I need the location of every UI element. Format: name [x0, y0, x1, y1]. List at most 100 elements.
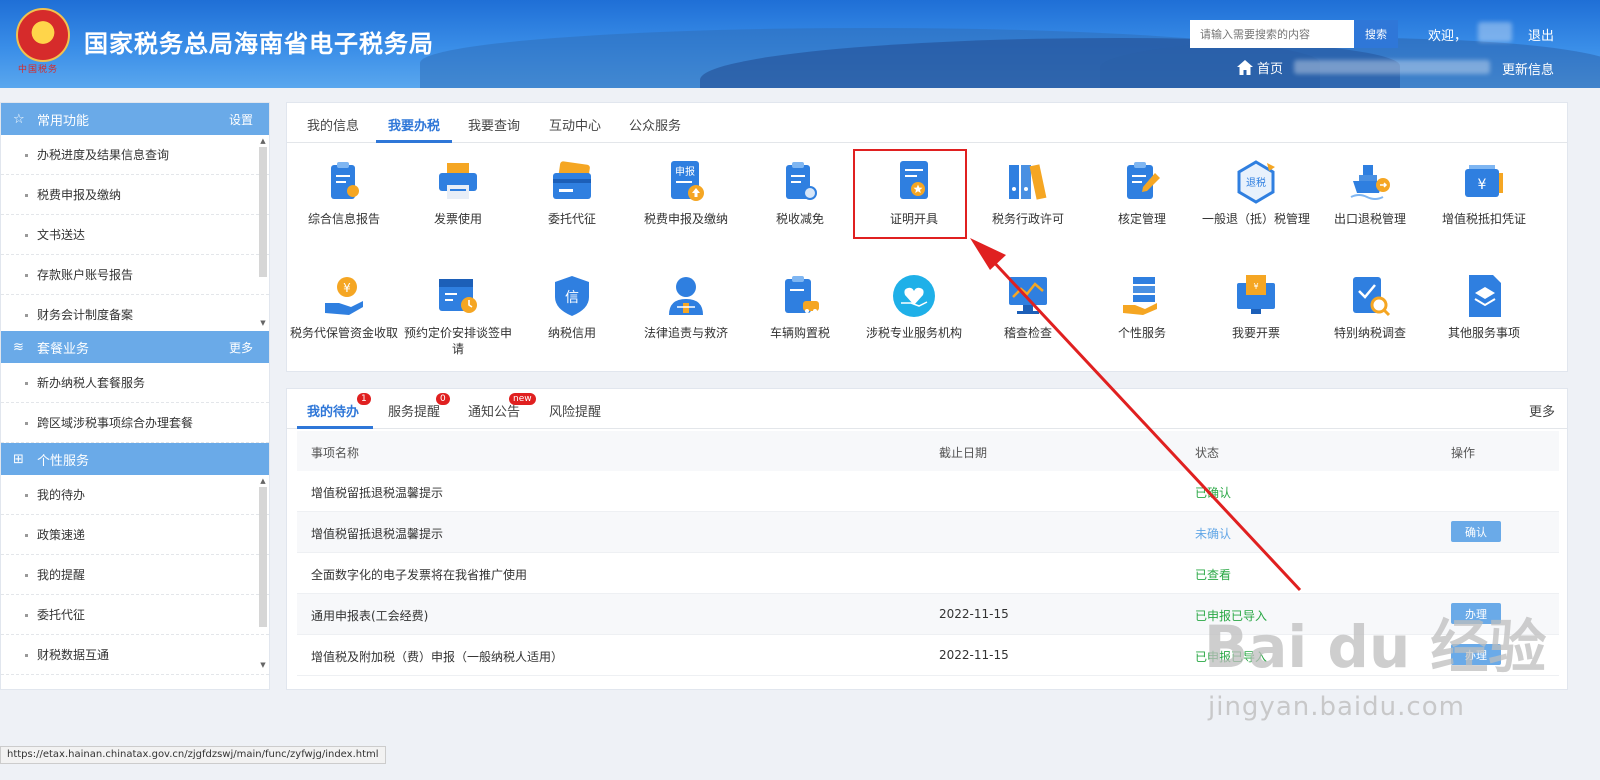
service-general-refund[interactable]: 退税 一般退（抵）税管理: [1201, 159, 1311, 227]
sidebar-item[interactable]: 新办纳税人套餐服务: [1, 363, 269, 403]
service-legal-remedy[interactable]: 法律追责与救济: [631, 273, 741, 341]
service-assessment[interactable]: 核定管理: [1087, 159, 1197, 227]
service-apa-application[interactable]: 预约定价安排谈签申请: [403, 273, 513, 357]
hand-coin-icon: ¥: [321, 273, 367, 319]
item-name[interactable]: 全面数字化的电子发票将在我省推广使用: [311, 566, 527, 583]
service-declaration-payment[interactable]: 申报 税费申报及缴纳: [631, 159, 741, 227]
service-vat-deduction[interactable]: ¥ 增值税抵扣凭证: [1429, 159, 1539, 227]
service-tax-reduction[interactable]: 税收减免: [745, 159, 855, 227]
column-header-name: 事项名称: [311, 446, 360, 460]
service-admin-license[interactable]: 税务行政许可: [973, 159, 1083, 227]
service-personal[interactable]: 个性服务: [1087, 273, 1197, 341]
sidebar-item[interactable]: 财税数据互通: [1, 635, 269, 675]
tab-my-todo[interactable]: 我的待办: [307, 401, 359, 420]
sidebar-item[interactable]: 跨区域涉税事项综合办理套餐: [1, 403, 269, 443]
service-custody-funds[interactable]: ¥ 税务代保管资金收取: [289, 273, 399, 341]
item-name[interactable]: 增值税留抵退税温馨提示: [311, 525, 443, 542]
table-row: 增值税留抵退税温馨提示 已确认: [297, 471, 1559, 512]
tax-emblem-icon: [16, 8, 70, 62]
service-label: 稽查检查: [1003, 326, 1052, 340]
search-button[interactable]: 搜索: [1354, 20, 1398, 48]
service-label: 增值税抵扣凭证: [1441, 212, 1526, 226]
home-link[interactable]: 首页: [1237, 58, 1283, 77]
site-header: 中国税务 国家税务总局海南省电子税务局 搜索 欢迎， 退出 首页 更新信息: [0, 0, 1600, 88]
section-title: 套餐业务: [37, 341, 90, 357]
service-other[interactable]: 其他服务事项: [1429, 273, 1539, 341]
service-export-refund[interactable]: 出口退税管理: [1315, 159, 1425, 227]
item-name[interactable]: 增值税留抵退税温馨提示: [311, 484, 443, 501]
scrollbar[interactable]: [259, 487, 267, 627]
sidebar-item[interactable]: 税费申报及缴纳: [1, 175, 269, 215]
service-label: 预约定价安排谈签申请: [403, 326, 512, 356]
service-label: 综合信息报告: [307, 212, 380, 226]
service-issue-invoice[interactable]: ¥ 我要开票: [1201, 273, 1311, 341]
item-status: 已查看: [1195, 568, 1232, 582]
sidebar-item[interactable]: 财务会计制度备案: [1, 295, 269, 331]
confirm-button[interactable]: 确认: [1451, 521, 1501, 542]
item-date: 2022-11-15: [939, 607, 1009, 621]
service-label: 个性服务: [1117, 326, 1166, 340]
service-label: 核定管理: [1117, 212, 1166, 226]
service-inspection[interactable]: 稽查检查: [973, 273, 1083, 341]
clipboard-pen-icon: [1119, 159, 1165, 205]
site-title[interactable]: 国家税务总局海南省电子税务局: [84, 24, 434, 59]
service-label: 车辆购置税: [769, 326, 830, 340]
tab-public-service[interactable]: 公众服务: [629, 115, 681, 134]
sidebar-item[interactable]: 文书送达: [1, 215, 269, 255]
item-name[interactable]: 增值税及附加税（费）申报（一般纳税人适用）: [311, 648, 563, 665]
column-header-date: 截止日期: [939, 446, 988, 460]
active-tab-underline: [297, 426, 373, 429]
doc-search-icon: [1347, 273, 1393, 319]
scrollbar[interactable]: [259, 147, 267, 277]
sidebar-item[interactable]: 委托代征: [1, 595, 269, 635]
company-name-redacted: [1294, 60, 1490, 74]
tab-risk-reminder[interactable]: 风险提醒: [549, 401, 601, 420]
sidebar-item[interactable]: 办税进度及结果信息查询: [1, 135, 269, 175]
service-invoice-use[interactable]: 发票使用: [403, 159, 513, 227]
service-info-report[interactable]: 综合信息报告: [289, 159, 399, 227]
todo-count-badge: 1: [357, 393, 371, 405]
svg-text:申报: 申报: [675, 165, 695, 178]
item-name[interactable]: 通用申报表(工会经费): [311, 607, 428, 624]
service-entrusted-collection[interactable]: 委托代征: [517, 159, 627, 227]
service-label: 法律追责与救济: [643, 326, 728, 340]
service-special-investigation[interactable]: 特别纳税调查: [1315, 273, 1425, 341]
more-link[interactable]: 更多: [1529, 401, 1555, 420]
tab-interaction[interactable]: 互动中心: [549, 115, 601, 134]
search-input[interactable]: [1190, 20, 1354, 48]
tab-tax-handling[interactable]: 我要办税: [388, 115, 440, 134]
invoice-monitor-icon: ¥: [1233, 273, 1279, 319]
scroll-up-arrow[interactable]: ▲: [259, 137, 267, 145]
judge-scale-icon: [663, 273, 709, 319]
logout-link[interactable]: 退出: [1528, 25, 1554, 44]
scroll-down-arrow[interactable]: ▼: [259, 319, 267, 327]
update-info-link[interactable]: 更新信息: [1502, 59, 1554, 78]
sidebar-item[interactable]: 存款账户账号报告: [1, 255, 269, 295]
main-tabs: 我的信息 我要办税 我要查询 互动中心 公众服务: [287, 103, 1567, 143]
tab-service-reminder[interactable]: 服务提醒: [388, 401, 440, 420]
service-label: 出口退税管理: [1333, 212, 1406, 226]
declare-upload-icon: 申报: [663, 159, 709, 205]
svg-text:¥: ¥: [1478, 177, 1487, 193]
home-icon: [1237, 60, 1253, 75]
tab-query[interactable]: 我要查询: [468, 115, 520, 134]
scroll-up-arrow[interactable]: ▲: [259, 477, 267, 485]
svg-text:¥: ¥: [343, 281, 351, 295]
more-link[interactable]: 更多: [229, 339, 253, 356]
svg-text:退税: 退税: [1246, 176, 1266, 189]
sidebar: ☆ 常用功能 设置 办税进度及结果信息查询 税费申报及缴纳 文书送达 存款账户账…: [0, 102, 270, 690]
service-professional-agency[interactable]: 涉税专业服务机构: [859, 273, 969, 341]
scroll-down-arrow[interactable]: ▼: [259, 661, 267, 669]
settings-link[interactable]: 设置: [229, 111, 253, 128]
stack-doc-icon: [1461, 273, 1507, 319]
sidebar-item[interactable]: 我的提醒: [1, 555, 269, 595]
service-tax-credit[interactable]: 信 纳税信用: [517, 273, 627, 341]
binders-icon: [1005, 159, 1051, 205]
ship-icon: [1347, 159, 1393, 205]
sidebar-item[interactable]: 我的待办: [1, 475, 269, 515]
tab-my-info[interactable]: 我的信息: [307, 115, 359, 134]
service-vehicle-purchase-tax[interactable]: 车辆购置税: [745, 273, 855, 341]
emblem-caption: 中国税务: [18, 65, 59, 75]
clipboard-discount-icon: [777, 159, 823, 205]
sidebar-item[interactable]: 政策速递: [1, 515, 269, 555]
